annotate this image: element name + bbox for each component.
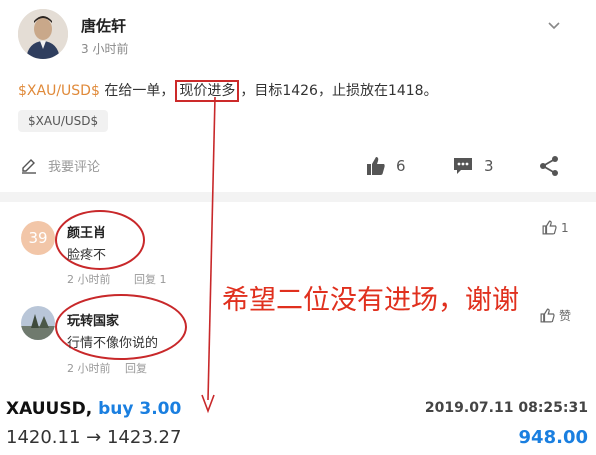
author-avatar[interactable] bbox=[18, 9, 68, 59]
annotation-note: 希望二位没有进场，谢谢 bbox=[222, 285, 519, 316]
reply-button[interactable]: 回复 1 bbox=[134, 271, 167, 287]
comment-input[interactable]: 我要评论 bbox=[20, 156, 100, 175]
ticker-tag[interactable]: $XAU/USD$ bbox=[18, 110, 109, 132]
comment-time: 2 小时前 bbox=[67, 273, 111, 286]
trade-profit: 948.00 bbox=[518, 427, 588, 448]
post-body: $XAU/USD$ 在给一单， 现价进多 ，目标1426，止损放在1418。 bbox=[18, 80, 438, 102]
comment-text: 脸疼不 bbox=[67, 248, 107, 263]
comment-like-label: 赞 bbox=[559, 309, 572, 323]
trade-summary: XAUUSD, buy 3.00 bbox=[6, 399, 181, 419]
thumbs-up-icon bbox=[542, 220, 557, 235]
comment-like-count: 1 bbox=[561, 220, 569, 235]
comment-icon bbox=[454, 158, 472, 174]
chevron-down-icon[interactable] bbox=[546, 18, 562, 34]
comment-like-button[interactable]: 1 bbox=[542, 220, 569, 235]
trade-datetime: 2019.07.11 08:25:31 bbox=[424, 400, 588, 416]
comment-author[interactable]: 玩转国家 bbox=[67, 310, 119, 329]
thumbs-up-icon bbox=[367, 157, 385, 175]
author-photo bbox=[18, 9, 68, 59]
like-button[interactable]: 6 bbox=[366, 156, 406, 176]
annotation-arrow bbox=[201, 96, 216, 414]
comment-avatar[interactable] bbox=[21, 306, 55, 340]
trade-prices: 1420.11 → 1423.27 bbox=[6, 427, 182, 448]
post-text-part2: ，目标1426，止损放在1418。 bbox=[240, 83, 438, 99]
trade-symbol: XAUUSD, bbox=[6, 399, 93, 419]
like-count: 6 bbox=[396, 157, 406, 175]
author-name[interactable]: 唐佐轩 bbox=[81, 15, 126, 36]
comment-text: 行情不像你说的 bbox=[67, 336, 159, 351]
post-text-part1: 在给一单， bbox=[99, 83, 175, 99]
reply-button[interactable]: 回复 bbox=[125, 360, 147, 376]
comment-count-button[interactable]: 3 bbox=[452, 156, 494, 176]
edit-icon bbox=[22, 158, 36, 174]
comment-placeholder: 我要评论 bbox=[48, 160, 101, 175]
share-icon[interactable] bbox=[538, 155, 560, 181]
post-timestamp: 3 小时前 bbox=[81, 42, 129, 56]
post-ticker-link[interactable]: $XAU/USD$ bbox=[18, 83, 100, 99]
section-divider bbox=[0, 192, 596, 202]
trade-side: buy 3.00 bbox=[98, 399, 182, 419]
comment-avatar[interactable]: 39 bbox=[21, 221, 55, 255]
comment-like-button[interactable]: 赞 bbox=[540, 307, 571, 324]
thumbs-up-icon bbox=[540, 308, 555, 323]
comment-time: 2 小时前 bbox=[67, 362, 111, 375]
comment-count: 3 bbox=[484, 157, 494, 175]
comment-author[interactable]: 颜王肖 bbox=[67, 222, 106, 241]
